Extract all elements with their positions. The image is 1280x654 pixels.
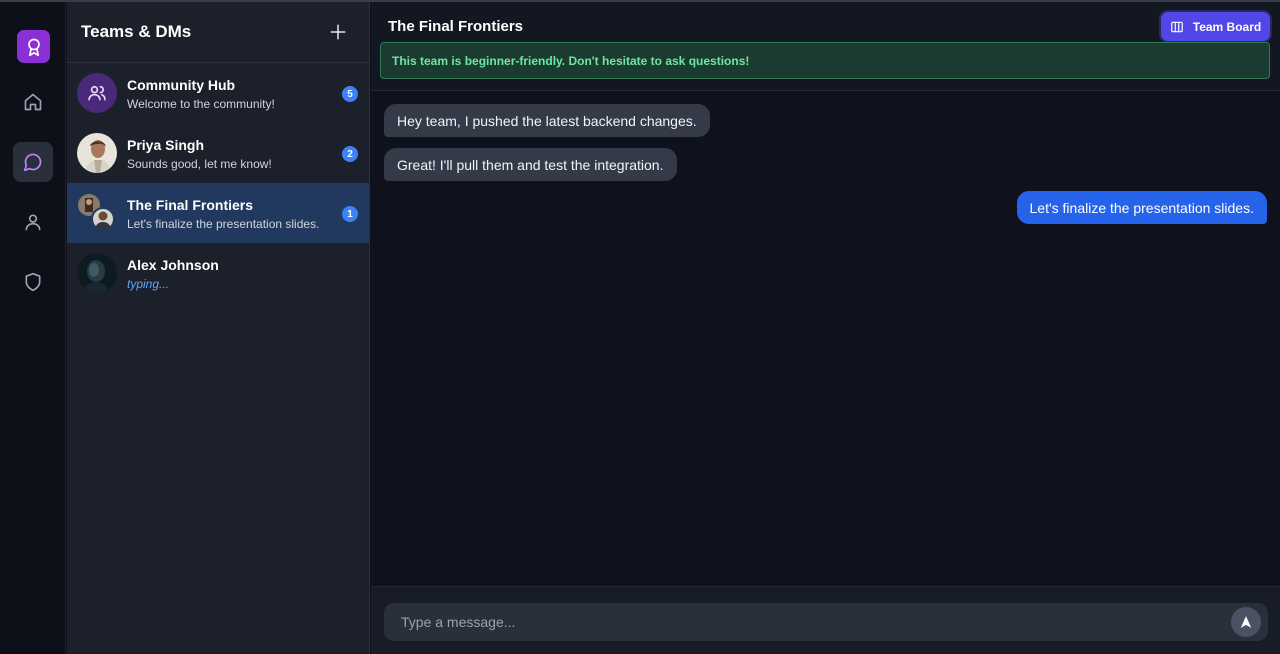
conversation-preview: Sounds good, let me know! [127,157,272,171]
conversation-name: Priya Singh [127,137,205,153]
nav-profile[interactable] [13,202,53,242]
conversation-list: Teams & DMs Community Hub Welcome to the… [67,2,370,654]
team-board-label: Team Board [1192,19,1262,34]
nav-security[interactable] [13,262,53,302]
message-list: Hey team, I pushed the latest backend ch… [371,92,1280,587]
award-icon [27,38,40,56]
chat-title: The Final Frontiers [388,18,524,35]
send-icon [1240,616,1252,628]
avatar [77,253,117,293]
unread-badge: 1 [342,206,358,222]
new-conversation-button[interactable] [327,21,349,43]
app-logo[interactable] [17,30,50,63]
conversation-name: The Final Frontiers [127,197,254,213]
typing-indicator: typing... [127,277,170,291]
avatar [77,133,117,173]
group-photo-stack [78,194,115,231]
message-incoming: Hey team, I pushed the latest backend ch… [384,104,710,137]
chat-panel: The Final Frontiers Team Board This team… [371,2,1280,654]
avatar [77,73,117,113]
message-input-wrapper [384,603,1268,641]
message-outgoing: Let's finalize the presentation slides. [1016,191,1267,224]
send-button[interactable] [1231,607,1261,637]
conversation-item-priya-singh[interactable]: Priya Singh Sounds good, let me know! 2 [67,123,369,183]
person-photo [77,253,117,293]
chat-header: The Final Frontiers Team Board This team… [371,2,1280,91]
user-icon [25,214,41,231]
nav-home[interactable] [13,82,53,122]
message-incoming: Great! I'll pull them and test the integ… [384,148,677,181]
conversation-list-title: Teams & DMs [81,22,192,41]
conversation-name: Alex Johnson [127,257,219,273]
conversation-name: Community Hub [127,77,236,93]
group-avatar [77,193,117,233]
chat-bubble-icon [23,153,42,172]
conversation-item-alex-johnson[interactable]: Alex Johnson typing... [67,243,369,303]
plus-icon [330,24,346,40]
conversation-item-community-hub[interactable]: Community Hub Welcome to the community! … [67,63,369,123]
users-icon [88,85,106,101]
conversation-list-header: Teams & DMs [67,2,369,63]
team-board-button[interactable]: Team Board [1161,12,1270,41]
conversation-preview: Welcome to the community! [127,97,275,111]
person-photo [77,133,117,173]
nav-chats[interactable] [13,142,53,182]
icon-rail [0,2,66,654]
conversation-item-the-final-frontiers[interactable]: The Final Frontiers Let's finalize the p… [67,183,369,243]
shield-icon [25,272,41,292]
conversation-preview: Let's finalize the presentation slides. [127,217,320,231]
message-input[interactable] [384,603,1224,641]
columns-icon [1170,21,1183,32]
message-composer [371,586,1280,654]
home-icon [24,93,42,111]
unread-badge: 5 [342,86,358,102]
unread-badge: 2 [342,146,358,162]
beginner-friendly-notice: This team is beginner-friendly. Don't he… [380,42,1270,79]
